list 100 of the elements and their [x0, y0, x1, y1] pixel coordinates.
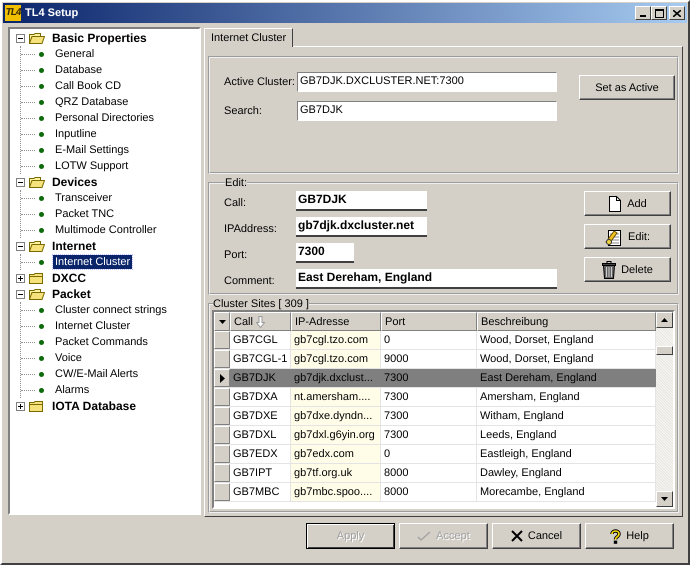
collapse-toggle[interactable]	[16, 178, 25, 186]
tree-item[interactable]: LOTW Support	[53, 159, 130, 173]
bullet-icon	[39, 100, 44, 104]
table-cell: gb7cgl.tzo.com	[291, 350, 381, 368]
table-cell: 0	[381, 331, 477, 349]
check-icon	[417, 531, 432, 541]
notepad-pencil-icon	[604, 228, 623, 246]
tree-item[interactable]: Packet	[50, 287, 93, 301]
tree-item[interactable]: Call Book CD	[53, 79, 124, 93]
field-label: Search:	[224, 105, 263, 117]
search-field[interactable]: GB7DJK	[297, 101, 557, 121]
table-cell: 7300	[381, 426, 477, 444]
tree-item[interactable]: Inputline	[53, 127, 99, 141]
column-header[interactable]: Call	[230, 312, 291, 331]
tree-item[interactable]: Cluster connect strings	[53, 303, 169, 317]
table-row[interactable]: GB7CGL gb7cgl.tzo.com 0 Wood, Dorset, England	[214, 331, 656, 350]
input-field[interactable]: 7300	[296, 243, 354, 263]
table-cell: gb7dxe.dyndn...	[291, 407, 381, 425]
maximize-button[interactable]	[651, 6, 667, 20]
tree-item[interactable]: Database	[53, 63, 104, 77]
table-row[interactable]: GB7DJK gb7djk.dxclust... 7300 East Dereham, England	[214, 369, 656, 388]
folder-icon	[29, 272, 45, 284]
scroll-up-button[interactable]	[656, 312, 673, 328]
minimize-button[interactable]	[635, 6, 651, 20]
tree-item[interactable]: Transceiver	[53, 191, 114, 205]
column-menu-button[interactable]	[214, 312, 230, 331]
input-field[interactable]: GB7DJK	[296, 191, 427, 211]
tree-item[interactable]: Internet Cluster	[53, 319, 132, 333]
tree-item[interactable]: DXCC	[50, 271, 88, 285]
tab[interactable]: Internet Cluster	[204, 28, 294, 47]
bullet-icon	[39, 340, 44, 344]
action-button[interactable]: Delete	[584, 257, 671, 282]
field-label: Comment:	[224, 275, 276, 287]
table-cell: gb7cgl.tzo.com	[291, 331, 381, 349]
tree-item[interactable]: Alarms	[53, 383, 92, 397]
tree-item[interactable]: Packet TNC	[53, 207, 116, 221]
tree-item[interactable]: Basic Properties	[50, 31, 149, 45]
maximize-icon	[654, 8, 664, 18]
dialog-button[interactable]: Help	[585, 523, 674, 549]
row-pointer-icon	[220, 374, 224, 382]
scroll-thumb[interactable]	[656, 346, 673, 355]
table-cell: 8000	[381, 483, 477, 501]
bullet-icon	[39, 68, 44, 72]
scroll-down-button[interactable]	[656, 491, 673, 507]
down-arrow-icon	[661, 497, 668, 501]
tree-item[interactable]: IOTA Database	[50, 399, 138, 413]
table-row[interactable]: GB7DXE gb7dxe.dyndn... 7300 Witham, England	[214, 407, 656, 426]
bullet-icon	[39, 164, 44, 168]
close-icon	[673, 10, 681, 16]
bullet-icon	[39, 148, 44, 152]
tree-item[interactable]: General	[53, 47, 96, 61]
table-cell: 8000	[381, 464, 477, 482]
table-row[interactable]: GB7DXL gb7dxl.g6yin.org 7300 Leeds, England	[214, 426, 656, 445]
bullet-icon	[39, 212, 44, 216]
tree-item[interactable]: Devices	[50, 175, 100, 189]
collapse-toggle[interactable]	[16, 290, 25, 298]
tree-item[interactable]: Multimode Controller	[53, 223, 158, 237]
action-button[interactable]: Add	[584, 191, 671, 216]
field-label: IPAddress:	[224, 223, 278, 235]
tree-item[interactable]: Internet Cluster	[53, 255, 132, 269]
tree-item[interactable]: Internet	[50, 239, 98, 253]
close-button[interactable]	[669, 6, 685, 20]
collapse-toggle[interactable]	[16, 34, 25, 42]
collapse-toggle[interactable]	[16, 242, 25, 250]
close-icon	[510, 530, 523, 542]
column-header[interactable]: Port	[381, 312, 477, 331]
plus-icon	[16, 402, 25, 410]
tree-item[interactable]: QRZ Database	[53, 95, 130, 109]
caret-icon	[218, 320, 226, 324]
table-row[interactable]: GB7IPT gb7tf.org.uk 8000 Dawley, England	[214, 464, 656, 483]
table-row[interactable]: GB7EDX gb7edx.com 0 Eastleigh, England	[214, 445, 656, 464]
tree-item[interactable]: E-Mail Settings	[53, 143, 131, 157]
bullet-icon	[39, 228, 44, 232]
table-row[interactable]: GB7DXA nt.amersham.... 7300 Amersham, England	[214, 388, 656, 407]
expand-toggle[interactable]	[16, 274, 25, 282]
folder-icon	[29, 240, 45, 252]
input-field[interactable]: East Dereham, England	[296, 269, 557, 289]
tree-item[interactable]: CW/E-Mail Alerts	[53, 367, 140, 381]
bullet-icon	[39, 356, 44, 360]
input-field[interactable]: gb7djk.dxcluster.net	[296, 217, 427, 237]
help-icon	[610, 528, 622, 544]
expand-toggle[interactable]	[16, 402, 25, 410]
trash-can-icon	[602, 260, 616, 278]
bullet-icon	[39, 308, 44, 312]
table-cell: 7300	[381, 407, 477, 425]
tree-item[interactable]: Voice	[53, 351, 84, 365]
bullet-icon	[39, 388, 44, 392]
set-active-button[interactable]: Set as Active	[579, 75, 675, 100]
folder-icon	[29, 288, 45, 300]
action-button[interactable]: Edit:	[584, 224, 671, 249]
bullet-icon	[39, 260, 44, 264]
dialog-button[interactable]: Cancel	[492, 523, 581, 549]
scrollbar[interactable]	[656, 312, 673, 507]
column-header[interactable]: IP-Adresse	[291, 312, 381, 331]
table-row[interactable]: GB7MBC gb7mbc.spoo.... 8000 Morecambe, England	[214, 483, 656, 502]
column-header[interactable]: Beschreibung	[477, 312, 656, 331]
bullet-icon	[39, 132, 44, 136]
input-field[interactable]: GB7DJK.DXCLUSTER.NET:7300	[297, 72, 557, 92]
tree-item[interactable]: Personal Directories	[53, 111, 156, 125]
tree-item[interactable]: Packet Commands	[53, 335, 150, 349]
